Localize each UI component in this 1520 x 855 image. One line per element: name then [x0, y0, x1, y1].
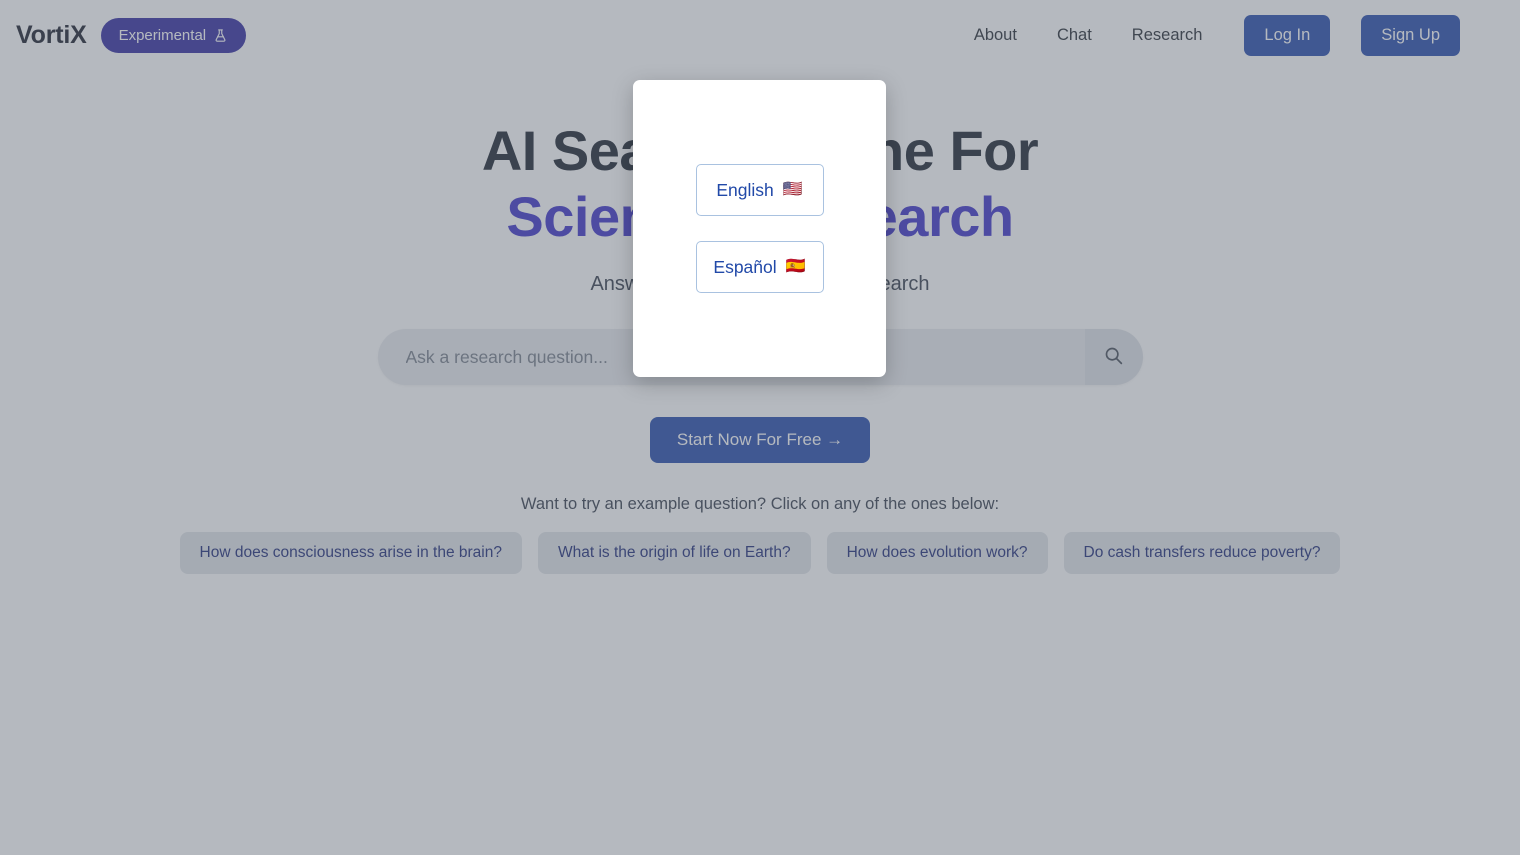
language-option-english[interactable]: English 🇺🇸	[695, 164, 824, 216]
flag-us-icon: 🇺🇸	[782, 181, 803, 198]
language-selection-modal: English 🇺🇸 Español 🇪🇸	[633, 80, 886, 377]
language-option-spanish[interactable]: Español 🇪🇸	[695, 241, 824, 293]
language-option-label: Español	[713, 256, 777, 277]
flag-es-icon: 🇪🇸	[785, 258, 806, 275]
language-option-label: English	[716, 179, 774, 200]
